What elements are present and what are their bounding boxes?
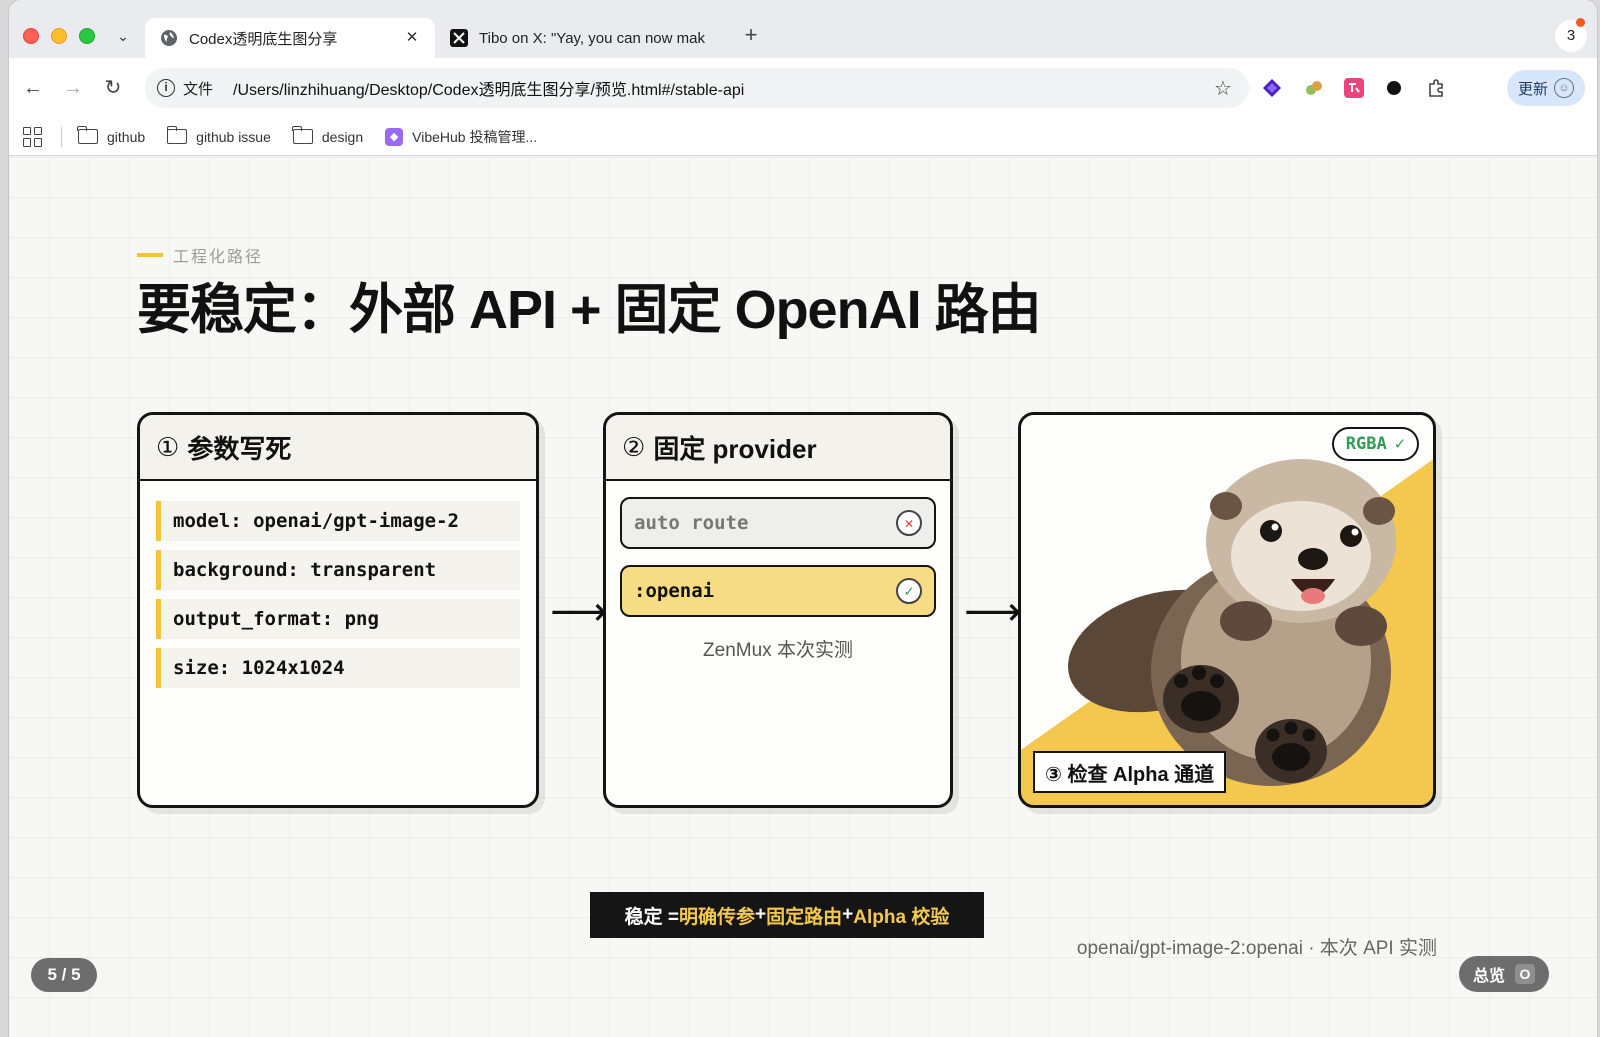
apps-grid-icon[interactable] [23, 126, 43, 147]
extension-diamond-icon[interactable] [1261, 77, 1283, 99]
new-tab-button[interactable]: + [739, 24, 763, 48]
maximize-window-button[interactable] [79, 28, 95, 44]
overview-button[interactable]: 总览 O [1459, 956, 1549, 992]
bookmark-label: VibeHub 投稿管理... [412, 128, 538, 145]
toolbar: ← → ↻ i 文件 /Users/linzhihuang/Desktop/Co… [9, 58, 1597, 118]
overview-label: 总览 [1472, 968, 1505, 985]
check-circle-icon: ✓ [896, 578, 922, 604]
tab-title: Codex透明底生图分享 [189, 30, 338, 48]
check-icon: ✓ [1394, 434, 1405, 454]
step-number: ② [622, 431, 646, 462]
flow-arrow-icon: ⟶ [964, 590, 1022, 634]
formula-part: Alpha 校验 [853, 906, 950, 928]
extension-puzzle-color-icon[interactable] [1303, 77, 1325, 99]
bookmark-label: design [321, 128, 364, 145]
x-logo-icon [449, 28, 469, 48]
browser-window: ⌄ Codex透明底生图分享 ✕ Tibo on X: "Yay, you ca… [9, 0, 1597, 1037]
address-bar[interactable]: i 文件 /Users/linzhihuang/Desktop/Codex透明底… [145, 68, 1249, 108]
vibehub-icon: ◆ [385, 127, 404, 146]
formula-prefix: 稳定 = [624, 906, 680, 928]
route-note: ZenMux 本次实测 [703, 640, 853, 661]
formula-part: 固定路由 [766, 906, 843, 928]
tab-search-chevron-icon[interactable]: ⌄ [113, 26, 133, 46]
update-button[interactable]: 更新 ☺ [1507, 70, 1585, 106]
rejected-x-icon: ✕ [896, 510, 922, 536]
otter-image [1068, 459, 1396, 786]
bookmark-star-icon[interactable]: ☆ [1209, 76, 1237, 101]
param-list: model: openai/gpt-image-2 background: tr… [140, 481, 536, 688]
route-label: auto route [634, 512, 749, 534]
forward-arrow-icon[interactable]: → [59, 74, 87, 102]
address-url[interactable]: /Users/linzhihuang/Desktop/Codex透明底生图分享/… [233, 76, 1209, 100]
back-arrow-icon[interactable]: ← [19, 74, 47, 102]
folder-icon [292, 126, 313, 144]
tab-count-value: 3 [1566, 27, 1576, 44]
tab-close-button[interactable]: ✕ [401, 27, 423, 49]
eyebrow-accent-bar [137, 253, 163, 257]
flow-arrow-icon: ⟶ [550, 590, 608, 634]
formula-banner: 稳定 = 明确传参 + 固定路由 + Alpha 校验 [590, 892, 984, 938]
param-row: output_format: png [156, 599, 520, 639]
close-window-button[interactable] [23, 28, 39, 44]
bookmark-vibehub[interactable]: ◆ VibeHub 投稿管理... [385, 127, 537, 147]
minimize-window-button[interactable] [51, 28, 67, 44]
card-provider: ② 固定 provider auto route ✕ :openai ✓ Zen… [603, 412, 953, 808]
card-params: ① 参数写死 model: openai/gpt-image-2 backgro… [137, 412, 539, 808]
rgba-label: RGBA [1345, 434, 1387, 454]
alpha-check-label: ③ 检查 Alpha 通道 [1033, 751, 1227, 793]
param-row: size: 1024x1024 [156, 648, 520, 688]
update-label: 更新 [1517, 80, 1548, 98]
bookmarks-bar: github github issue design ◆ VibeHub 投稿管理… [9, 118, 1597, 156]
bookmark-github[interactable]: github [77, 126, 146, 145]
rgba-badge: RGBA ✓ [1331, 427, 1419, 461]
card-title: 参数写死 [187, 433, 292, 464]
info-icon[interactable]: i [157, 79, 175, 97]
bookmark-design[interactable]: design [292, 126, 364, 145]
slide-pager[interactable]: 5 / 5 [31, 958, 97, 992]
tab-x-post[interactable]: Tibo on X: "Yay, you can now mak [435, 18, 725, 58]
slide-page: 工程化路径 要稳定：外部 API + 固定 OpenAI 路由 ① 参数写死 m… [9, 157, 1597, 1037]
formula-plus: + [755, 904, 767, 925]
bookmark-github-issue[interactable]: github issue [166, 126, 271, 145]
card-header: ② 固定 provider [606, 415, 950, 481]
reload-icon[interactable]: ↻ [99, 74, 127, 102]
address-scheme: 文件 [183, 80, 214, 98]
step-number: ① [156, 431, 180, 462]
slide-eyebrow: 工程化路径 [137, 243, 263, 267]
param-row: background: transparent [156, 550, 520, 590]
profile-avatar-icon: ☺ [1554, 78, 1574, 98]
card-title: 固定 provider [653, 433, 817, 464]
tab-title: Tibo on X: "Yay, you can now mak [479, 29, 705, 47]
extension-dot-icon[interactable] [1383, 77, 1405, 99]
eyebrow-text: 工程化路径 [173, 249, 264, 266]
bookmarks-divider [61, 126, 62, 147]
shortcut-key: O [1515, 964, 1535, 984]
extension-translate-icon[interactable] [1343, 77, 1365, 99]
card-header: ① 参数写死 [140, 415, 536, 481]
extensions-puzzle-icon[interactable] [1425, 77, 1447, 99]
notification-dot [1576, 18, 1585, 27]
card-alpha-check: RGBA ✓ ③ 检查 Alpha 通道 [1018, 412, 1436, 808]
route-openai: :openai ✓ [620, 565, 936, 617]
formula-plus: + [842, 904, 854, 925]
slide-headline: 要稳定：外部 API + 固定 OpenAI 路由 [137, 280, 1042, 340]
globe-icon [159, 28, 179, 48]
tab-codex[interactable]: Codex透明底生图分享 ✕ [145, 18, 435, 58]
route-label: :openai [634, 580, 715, 602]
slide-caption: openai/gpt-image-2:openai · 本次 API 实测 [1076, 938, 1437, 959]
folder-icon [77, 126, 98, 144]
bookmark-label: github [107, 128, 146, 145]
formula-part: 明确传参 [679, 906, 756, 928]
route-auto: auto route ✕ [620, 497, 936, 549]
tab-count-badge[interactable]: 3 [1555, 18, 1587, 52]
bookmark-label: github issue [196, 128, 271, 145]
folder-icon [166, 126, 188, 144]
param-row: model: openai/gpt-image-2 [156, 501, 520, 541]
